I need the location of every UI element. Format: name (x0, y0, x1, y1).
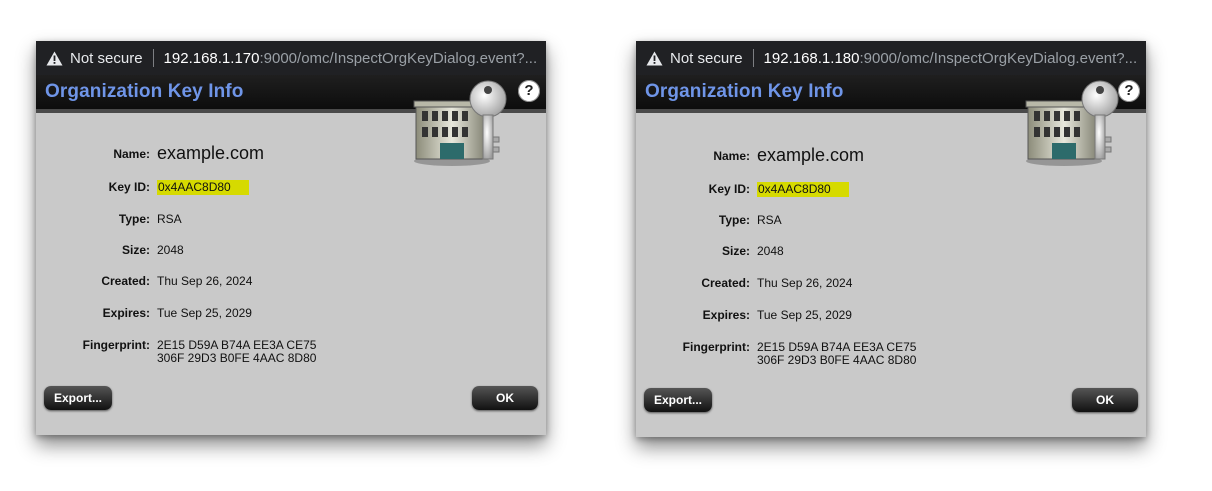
name-value: example.com (157, 143, 265, 163)
warning-icon (646, 51, 663, 65)
org-key-dialog-left: Not secure 192.168.1.170:9000/omc/Inspec… (36, 41, 546, 435)
org-key-dialog-right: Not secure 192.168.1.180:9000/omc/Inspec… (636, 41, 1146, 437)
created-label: Created: (701, 276, 750, 290)
address-bar[interactable]: Not secure 192.168.1.180:9000/omc/Inspec… (636, 41, 1146, 75)
name-label: Name: (113, 147, 150, 161)
size-value: 2048 (157, 243, 184, 257)
url-host: 192.168.1.180 (763, 49, 860, 67)
not-secure-label[interactable]: Not secure (70, 50, 143, 67)
url-path: :9000/omc/InspectOrgKeyDialog.event?... (859, 49, 1138, 67)
url-host: 192.168.1.170 (163, 49, 260, 67)
keyid-label: Key ID: (708, 182, 750, 196)
export-button[interactable]: Export... (644, 388, 712, 412)
building-key-icon (1025, 80, 1119, 166)
created-label: Created: (101, 274, 150, 288)
dialog-title: Organization Key Info (45, 81, 244, 102)
ok-button[interactable]: OK (472, 386, 538, 410)
size-value: 2048 (757, 244, 784, 258)
address-bar[interactable]: Not secure 192.168.1.170:9000/omc/Inspec… (36, 41, 546, 75)
fingerprint-label: Fingerprint: (682, 340, 750, 354)
fingerprint-line-1: 2E15 D59A B74A EE3A CE75 (157, 338, 317, 352)
ok-button[interactable]: OK (1072, 388, 1138, 412)
created-value: Thu Sep 26, 2024 (757, 276, 853, 290)
expires-label: Expires: (702, 308, 750, 322)
type-label: Type: (718, 213, 750, 227)
name-value: example.com (757, 145, 865, 165)
fingerprint-line-1: 2E15 D59A B74A EE3A CE75 (757, 340, 917, 354)
type-label: Type: (118, 212, 150, 226)
name-label: Name: (713, 149, 750, 163)
size-label: Size: (721, 244, 750, 258)
fingerprint-label: Fingerprint: (82, 338, 150, 352)
type-value: RSA (157, 212, 182, 226)
fingerprint-line-2: 306F 29D3 B0FE 4AAC 8D80 (157, 351, 317, 365)
url-path: :9000/omc/InspectOrgKeyDialog.event?... (259, 49, 538, 67)
expires-value: Tue Sep 25, 2029 (157, 306, 252, 320)
warning-icon (46, 51, 63, 65)
keyid-value: 0x4AAC8D80 (157, 180, 249, 195)
divider (752, 49, 754, 67)
not-secure-label[interactable]: Not secure (670, 50, 743, 67)
divider (152, 49, 154, 67)
dialog-title: Organization Key Info (645, 81, 844, 102)
export-button[interactable]: Export... (44, 386, 112, 410)
created-value: Thu Sep 26, 2024 (157, 274, 253, 288)
keyid-label: Key ID: (108, 180, 150, 194)
fingerprint-line-2: 306F 29D3 B0FE 4AAC 8D80 (757, 353, 917, 367)
expires-value: Tue Sep 25, 2029 (757, 308, 852, 322)
building-key-icon (413, 80, 507, 166)
type-value: RSA (757, 213, 782, 227)
size-label: Size: (121, 243, 150, 257)
keyid-value: 0x4AAC8D80 (757, 182, 849, 197)
help-icon[interactable]: ? (518, 80, 540, 102)
expires-label: Expires: (102, 306, 150, 320)
